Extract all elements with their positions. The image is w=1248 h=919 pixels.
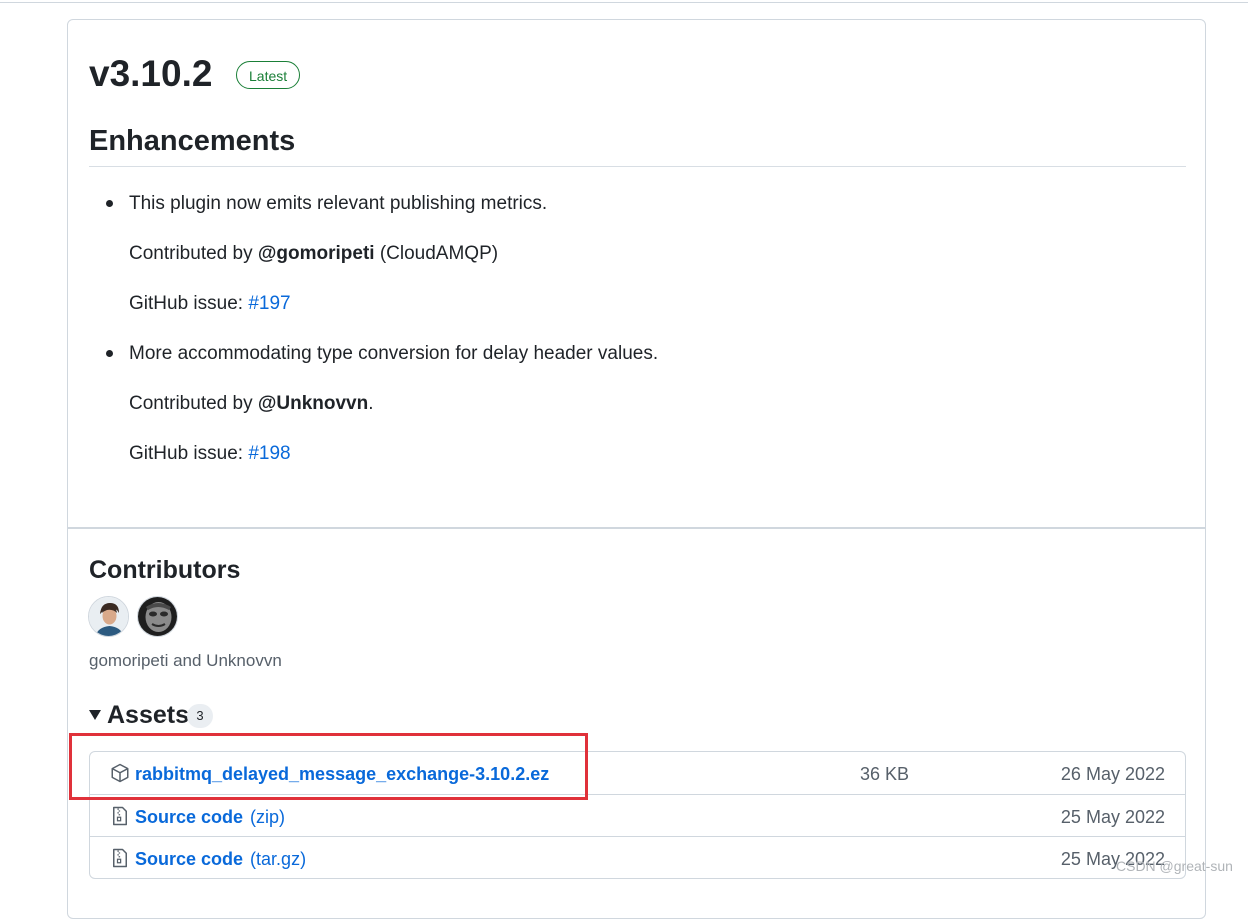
assets-heading: Assets (107, 701, 189, 729)
asset-row: Source code (tar.gz) 25 May 2022 (89, 836, 1186, 878)
asset-size: 36 KB (860, 764, 910, 784)
contributed-by-line: Contributed by @Unknovvn. (129, 393, 374, 414)
file-zip-icon (113, 806, 127, 826)
contributors-names: gomoripeti and Unknovvn (89, 651, 282, 670)
enhancement-item-text: This plugin now emits relevant publishin… (129, 193, 548, 214)
assets-count-badge: 3 (187, 704, 213, 728)
latest-badge: Latest (236, 61, 301, 89)
highlight-annotation-box (69, 733, 588, 800)
issue-link[interactable]: #197 (248, 293, 290, 314)
issue-link[interactable]: #198 (248, 443, 290, 464)
heading-rule (89, 166, 1186, 167)
file-zip-icon (113, 848, 127, 868)
list-bullet (106, 200, 113, 207)
asset-date: 25 May 2022 (1060, 807, 1165, 827)
asset-date: 26 May 2022 (1060, 764, 1165, 784)
github-issue-line: GitHub issue: #198 (129, 443, 291, 464)
enhancement-item-text: More accommodating type conversion for d… (129, 343, 659, 364)
release-card-divider (67, 527, 1206, 529)
github-issue-line: GitHub issue: #197 (129, 293, 291, 314)
avatar-unknovvn[interactable] (137, 596, 178, 637)
top-border (0, 2, 1248, 3)
caret-down-icon (89, 710, 101, 720)
source-code-zip-link[interactable]: Source code (zip) (135, 805, 285, 829)
contributor-mention[interactable]: @gomoripeti (258, 243, 375, 264)
enhancements-heading: Enhancements (89, 125, 296, 157)
contributed-by-line: Contributed by @gomoripeti (CloudAMQP) (129, 243, 499, 264)
assets-toggle[interactable]: Assets (89, 700, 189, 730)
asset-row: Source code (zip) 25 May 2022 (89, 794, 1186, 836)
release-tag-title[interactable]: v3.10.2 (89, 50, 212, 98)
watermark: CSDN @great-sun (1116, 858, 1233, 874)
source-code-targz-link[interactable]: Source code (tar.gz) (135, 847, 306, 871)
contributors-heading: Contributors (89, 556, 241, 584)
list-bullet (106, 350, 113, 357)
contributor-mention[interactable]: @Unknovvn (258, 393, 368, 414)
avatar-gomoripeti[interactable] (88, 596, 129, 637)
